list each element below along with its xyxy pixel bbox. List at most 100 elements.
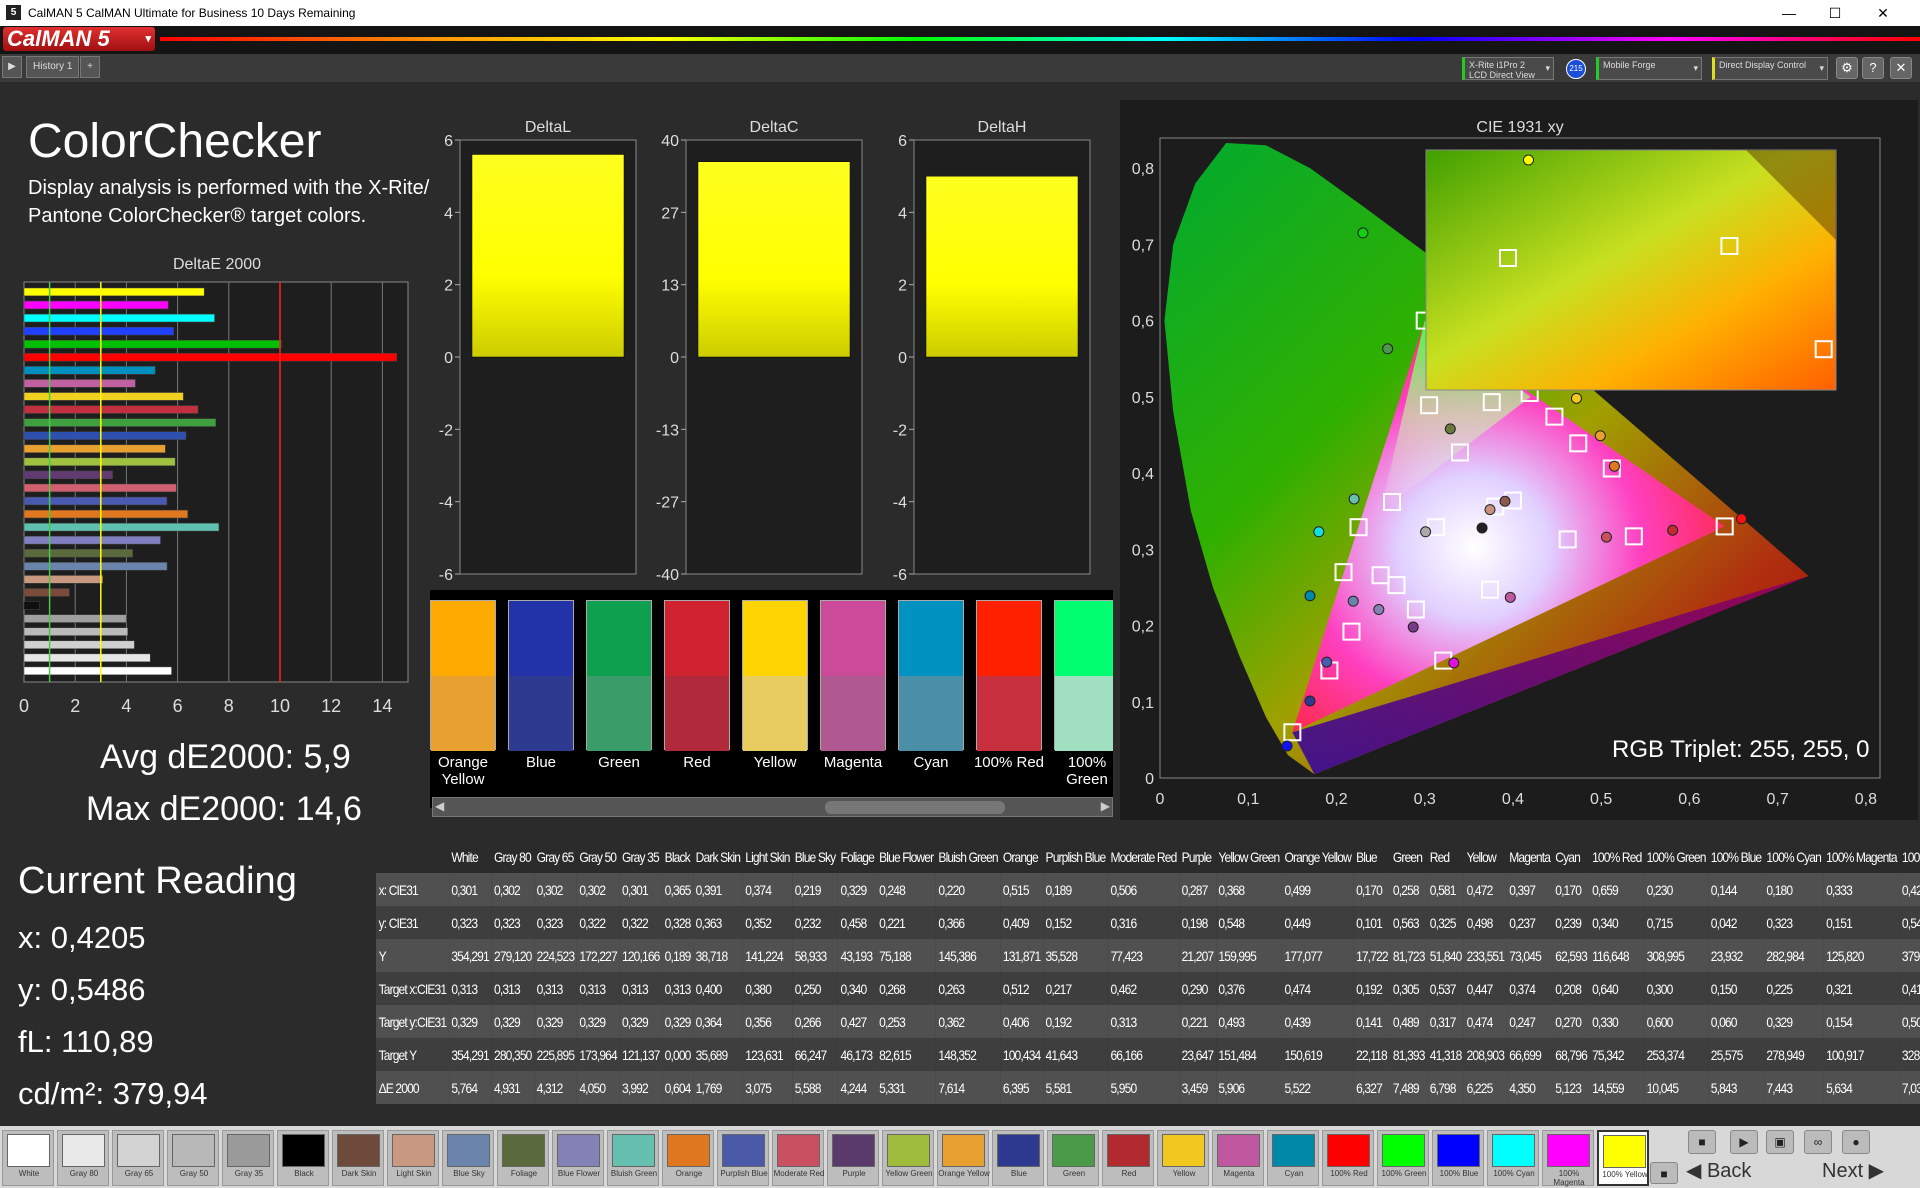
table-cell: 0,604 xyxy=(662,1071,694,1104)
stop-icon[interactable]: ■ xyxy=(1688,1130,1716,1154)
close-window-button[interactable]: ✕ xyxy=(1860,0,1906,26)
table-cell: 0,406 xyxy=(1000,1005,1043,1038)
patch-button[interactable]: Blue xyxy=(992,1130,1044,1186)
table-cell: 0,323 xyxy=(534,906,577,939)
scroll-right-icon[interactable]: ▶ xyxy=(1101,799,1110,813)
patch-button[interactable]: Gray 80 xyxy=(57,1130,109,1186)
patch-color xyxy=(887,1134,930,1167)
settings-gear-icon[interactable]: ⚙ xyxy=(1836,57,1858,79)
table-cell: 0,581 xyxy=(1427,873,1464,906)
patch-button[interactable]: Foliage xyxy=(497,1130,549,1186)
table-cell: 10,045 xyxy=(1644,1071,1709,1104)
patch-label: Blue Flower xyxy=(557,1169,601,1178)
add-tab-button[interactable]: + xyxy=(80,56,100,78)
x-tick-label: 10 xyxy=(270,696,290,716)
deltae-bar xyxy=(23,509,188,519)
help-icon[interactable]: ? xyxy=(1862,57,1884,79)
patch-button[interactable]: Blue Flower xyxy=(552,1130,604,1186)
minimize-button[interactable]: — xyxy=(1766,0,1812,26)
measured-point xyxy=(1407,621,1419,633)
patch-button[interactable]: Gray 50 xyxy=(167,1130,219,1186)
delta-h-chart: DeltaH -6 -4 -2 0 2 4 6 xyxy=(893,119,1091,584)
patch-button[interactable]: Black xyxy=(277,1130,329,1186)
scroll-left-icon[interactable]: ◀ xyxy=(435,799,444,813)
back-button[interactable]: ◀ Back xyxy=(1686,1158,1796,1183)
table-cell: 120,166 xyxy=(619,939,663,972)
scrollbar-thumb[interactable] xyxy=(825,801,1005,814)
column-header: Black xyxy=(662,840,694,873)
patch-button[interactable]: Bluish Green xyxy=(607,1130,659,1186)
patch-button[interactable]: Blue Sky xyxy=(442,1130,494,1186)
device-badge[interactable]: 215 xyxy=(1566,59,1586,79)
deltae-bar xyxy=(23,300,169,310)
patch-label: Magenta xyxy=(1223,1169,1255,1178)
patch-button[interactable]: Cyan xyxy=(1267,1130,1319,1186)
column-header: 100% Blue xyxy=(1708,840,1764,873)
table-cell: 3,459 xyxy=(1179,1071,1216,1104)
patch-button[interactable]: 100% Red xyxy=(1322,1130,1374,1186)
patch-button[interactable]: Magenta xyxy=(1212,1130,1264,1186)
table-cell: 0,323 xyxy=(448,906,492,939)
play-step-icon[interactable]: ▶ xyxy=(1730,1130,1758,1154)
table-cell: 0,537 xyxy=(1427,972,1464,1005)
patch-label: Bluish Green xyxy=(610,1169,658,1178)
device-source-selector[interactable]: Mobile Forge ▾ xyxy=(1596,57,1702,80)
table-cell: 66,166 xyxy=(1107,1038,1180,1071)
patch-button[interactable]: Orange xyxy=(662,1130,714,1186)
record-icon[interactable]: ● xyxy=(1842,1130,1870,1154)
patch-button[interactable]: 100% Green xyxy=(1377,1130,1429,1186)
patch-button[interactable]: Gray 65 xyxy=(112,1130,164,1186)
column-header: Moderate Red xyxy=(1107,840,1180,873)
table-cell: 0,248 xyxy=(876,873,936,906)
patch-color xyxy=(557,1134,600,1167)
table-cell: 0,301 xyxy=(619,873,663,906)
next-button[interactable]: Next ▶ xyxy=(1822,1158,1920,1183)
patch-label: Gray 65 xyxy=(124,1169,154,1178)
table-cell: 0,219 xyxy=(792,873,838,906)
table-cell: 5,331 xyxy=(876,1071,936,1104)
table-cell: 0,268 xyxy=(876,972,936,1005)
loop-icon[interactable]: ∞ xyxy=(1804,1130,1832,1154)
patch-button[interactable]: Light Skin xyxy=(387,1130,439,1186)
patch-button[interactable]: White xyxy=(2,1130,54,1186)
measured-point xyxy=(1667,524,1679,536)
y-tick-label: -27 xyxy=(656,495,679,512)
table-cell: 0,042 xyxy=(1708,906,1764,939)
patch-button[interactable]: Orange Yellow xyxy=(937,1130,990,1186)
patch-button[interactable]: Green xyxy=(1047,1130,1099,1186)
device-display-selector[interactable]: Direct Display Control ▾ xyxy=(1712,57,1828,80)
table-cell: 0,563 xyxy=(1390,906,1428,939)
color-swatch xyxy=(976,600,1042,751)
patch-button[interactable]: Dark Skin xyxy=(332,1130,384,1186)
x-tick-label: 6 xyxy=(173,696,183,716)
close-panel-icon[interactable]: ✕ xyxy=(1890,57,1912,79)
table-cell: 0,101 xyxy=(1353,906,1391,939)
tab-history-1[interactable]: History 1 xyxy=(26,56,80,78)
patch-button[interactable]: 100% Blue xyxy=(1432,1130,1484,1186)
patch-button[interactable]: Purplish Blue xyxy=(717,1130,769,1186)
table-cell: 6,225 xyxy=(1463,1071,1507,1104)
save-icon[interactable]: ▣ xyxy=(1766,1130,1794,1154)
y-tick-label: 2 xyxy=(898,278,907,295)
measured-point xyxy=(1476,522,1488,534)
patch-button[interactable]: Gray 35 xyxy=(222,1130,274,1186)
patch-button[interactable]: Yellow Green xyxy=(882,1130,934,1186)
patch-button[interactable]: Purple xyxy=(827,1130,879,1186)
patch-button[interactable]: Yellow xyxy=(1157,1130,1209,1186)
table-cell: 1,769 xyxy=(693,1071,743,1104)
patch-button[interactable]: 100% Magenta xyxy=(1542,1130,1594,1187)
calman-logo-menu[interactable]: CalMAN 5 ▾ xyxy=(3,27,155,51)
play-icon[interactable]: ▶ xyxy=(2,56,22,78)
swatch-target xyxy=(509,676,573,751)
patch-button[interactable]: 100% Cyan xyxy=(1487,1130,1539,1186)
patch-button[interactable]: 100% Yellow xyxy=(1597,1130,1649,1186)
patch-button[interactable]: Moderate Red xyxy=(772,1130,824,1186)
swatch-scrollbar[interactable]: ◀ ▶ xyxy=(432,797,1113,817)
swatch-target xyxy=(665,676,729,751)
table-cell: 5,581 xyxy=(1042,1071,1108,1104)
stop-all-icon[interactable]: ■ xyxy=(1650,1162,1678,1184)
patch-button[interactable]: Red xyxy=(1102,1130,1154,1186)
device-meter-selector[interactable]: X-Rite i1Pro 2 LCD Direct View ▾ xyxy=(1462,57,1554,80)
patch-color xyxy=(1437,1134,1480,1167)
maximize-button[interactable]: ☐ xyxy=(1812,0,1858,26)
